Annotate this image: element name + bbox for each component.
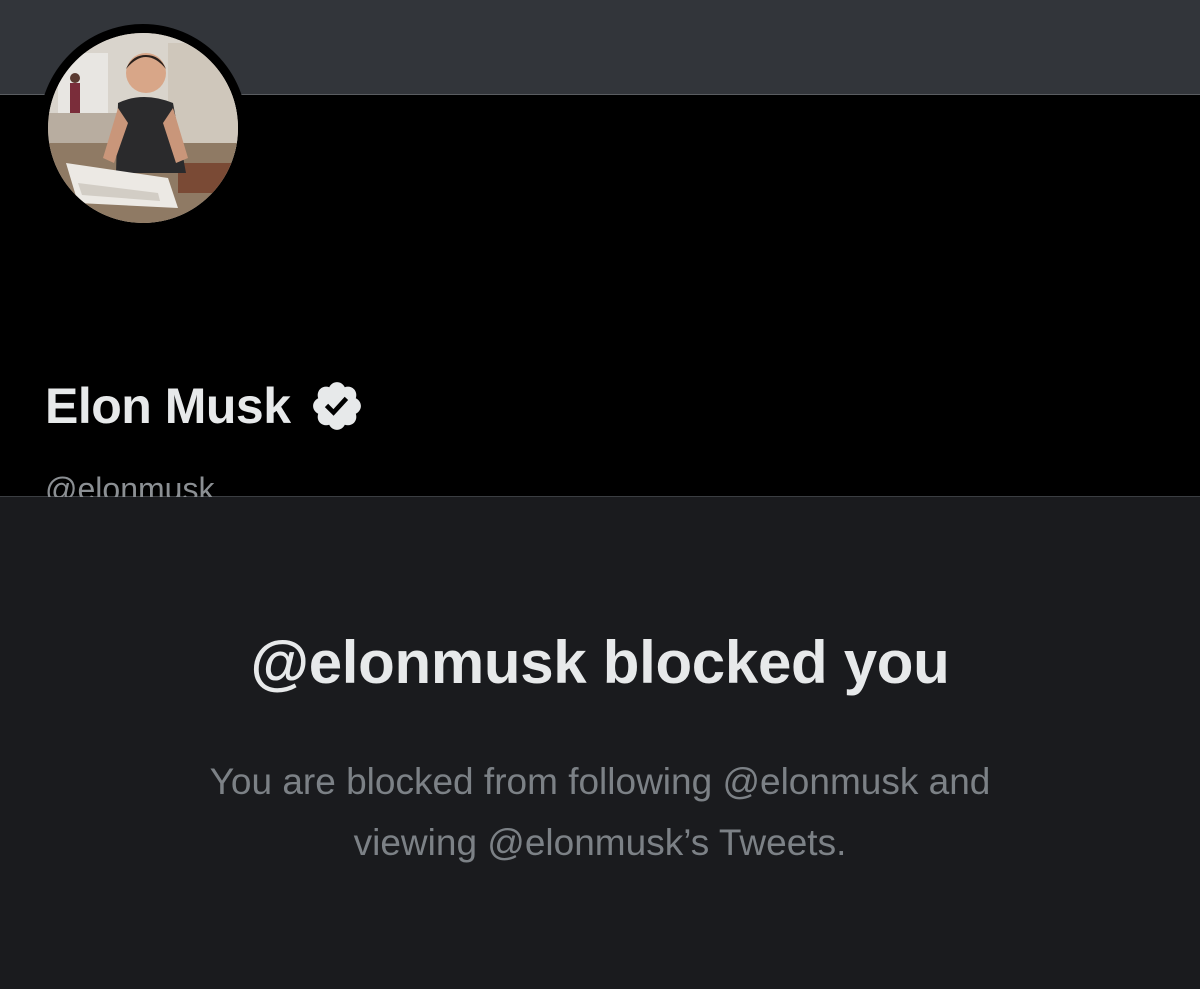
display-name: Elon Musk	[45, 378, 291, 434]
avatar[interactable]	[39, 24, 247, 232]
avatar-image	[48, 33, 238, 223]
blocked-title: @elonmusk blocked you	[250, 629, 950, 696]
blocked-description: You are blocked from following @elonmusk…	[209, 761, 991, 863]
profile-page: Elon Musk @elonmusk @elonmusk blocked yo…	[0, 0, 1200, 989]
display-name-row: Elon Musk	[45, 376, 365, 436]
verified-badge-icon[interactable]	[309, 378, 365, 434]
avatar-photo	[48, 33, 238, 223]
blocked-notice: @elonmusk blocked you You are blocked fr…	[0, 497, 1200, 989]
